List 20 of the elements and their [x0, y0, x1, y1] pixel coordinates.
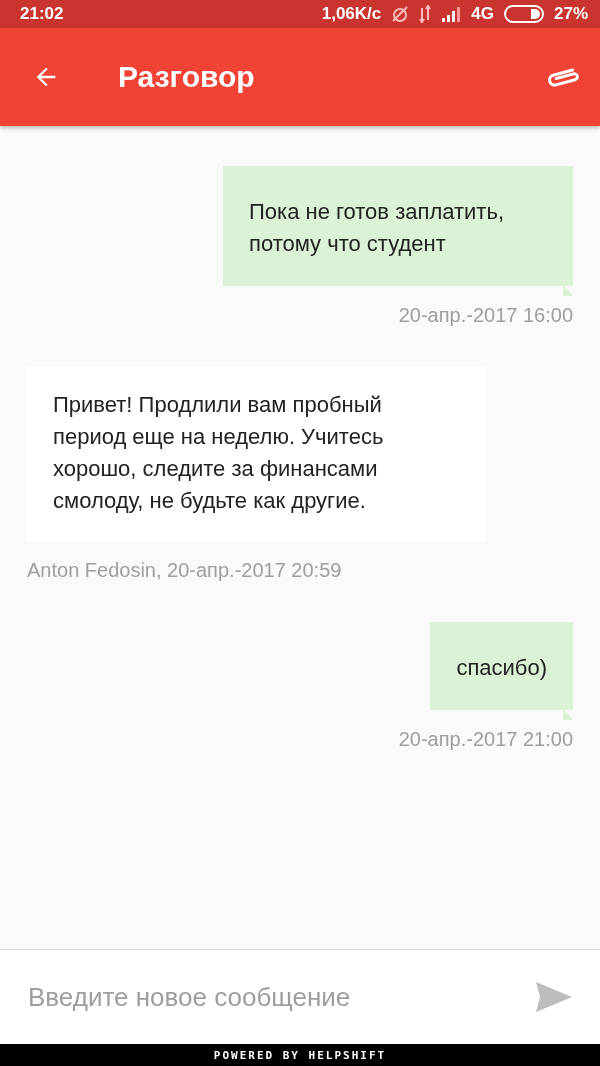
- app-bar-title: Разговор: [118, 60, 256, 94]
- network-type: 4G: [471, 4, 494, 24]
- powered-by-text: POWERED BY HELPSHIFT: [213, 1048, 387, 1062]
- message-timestamp: 20-апр.-2017 16:00: [398, 304, 573, 327]
- message-input[interactable]: Введите новое сообщение: [26, 980, 536, 1014]
- message-timestamp: Anton Fedosin, 20-апр.-2017 20:59: [27, 559, 342, 582]
- message-field[interactable]: Введите новое сообщение: [0, 949, 600, 1044]
- data-arrows-icon: [419, 5, 432, 23]
- bubble-tail: [563, 284, 573, 296]
- incoming-message: Привет! Продлили вам пробный период еще на неделю. Учитесь хорошо, следите за финансами смолоду, не будьте как другие.: [27, 367, 485, 541]
- outgoing-message: спасибо): [430, 622, 573, 710]
- alarm-off-icon: [391, 5, 410, 23]
- network-speed: 1,06K/c: [321, 4, 382, 24]
- battery-percent: 27%: [553, 4, 588, 24]
- outgoing-message: Пока не готов заплатить, потому что студент: [223, 166, 573, 286]
- battery-icon: [503, 5, 544, 23]
- status-time: 21:02: [20, 4, 64, 24]
- signal-icon: [441, 6, 462, 22]
- bubble-tail: [563, 708, 573, 720]
- message-timestamp: 20-апр.-2017 21:00: [398, 728, 573, 751]
